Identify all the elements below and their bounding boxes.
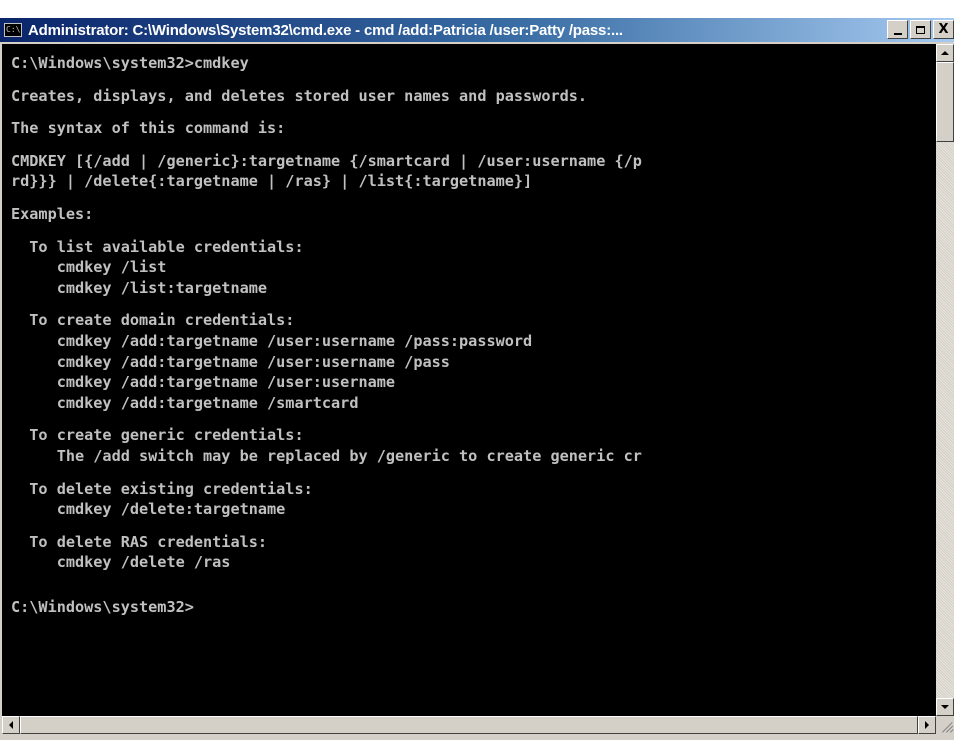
minimize-icon	[893, 32, 902, 35]
console-line: Creates, displays, and deletes stored us…	[11, 86, 588, 105]
scroll-up-button[interactable]	[936, 44, 954, 62]
console-output[interactable]: C:\Windows\system32>cmdkey Creates, displ…	[2, 44, 936, 716]
cmd-window: C:\ Administrator: C:\Windows\System32\c…	[0, 18, 954, 740]
console-line: cmdkey /add:targetname /smartcard	[11, 393, 359, 412]
console-line: Examples:	[11, 204, 94, 223]
console-line: cmdkey /add:targetname /user:username /p…	[11, 352, 450, 371]
maximize-icon	[916, 25, 925, 34]
minimize-button[interactable]	[887, 20, 908, 39]
resize-grip[interactable]	[936, 716, 954, 734]
scroll-right-button[interactable]	[918, 716, 936, 734]
console-line: cmdkey /delete:targetname	[11, 500, 286, 519]
maximize-button[interactable]	[910, 20, 931, 39]
console-line: To create generic credentials:	[11, 426, 304, 445]
console-line: C:\Windows\system32>	[11, 597, 194, 616]
vertical-scrollbar[interactable]	[936, 44, 954, 716]
cmd-app-icon[interactable]: C:\	[4, 23, 22, 37]
console-line: cmdkey /add:targetname /user:username /p…	[11, 331, 533, 350]
console-line: C:\Windows\system32>cmdkey	[11, 54, 249, 72]
close-icon: X	[938, 22, 949, 37]
console-line: The /add switch may be replaced by /gene…	[11, 446, 642, 465]
console-line: To delete RAS credentials:	[11, 532, 268, 551]
console-line: CMDKEY [{/add | /generic}:targetname {/s…	[11, 151, 642, 170]
arrow-left-icon	[9, 721, 13, 729]
arrow-down-icon	[941, 705, 949, 709]
console-line: cmdkey /list:targetname	[11, 278, 268, 297]
console-line: To list available credentials:	[11, 237, 304, 256]
grip-line	[950, 729, 954, 733]
window-title: Administrator: C:\Windows\System32\cmd.e…	[28, 21, 623, 39]
close-button[interactable]: X	[933, 20, 954, 39]
arrow-right-icon	[925, 721, 929, 729]
console-line: cmdkey /delete /ras	[11, 553, 231, 572]
console-text: C:\Windows\system32>cmdkey Creates, displ…	[2, 44, 936, 617]
title-bar[interactable]: C:\ Administrator: C:\Windows\System32\c…	[0, 18, 954, 42]
horizontal-scrollbar[interactable]	[2, 716, 936, 734]
console-line: The syntax of this command is:	[11, 119, 286, 138]
console-line: cmdkey /list	[11, 258, 167, 277]
scroll-left-button[interactable]	[2, 716, 20, 734]
console-line: To delete existing credentials:	[11, 479, 313, 498]
vertical-scroll-thumb[interactable]	[936, 62, 954, 142]
console-line: rd}}} | /delete{:targetname | /ras} | /l…	[11, 172, 533, 191]
window-controls: X	[887, 20, 954, 39]
scroll-down-button[interactable]	[936, 698, 954, 716]
console-line: cmdkey /add:targetname /user:username	[11, 373, 396, 392]
horizontal-scroll-thumb[interactable]	[20, 716, 918, 734]
arrow-up-icon	[941, 51, 949, 55]
console-line: To create domain credentials:	[11, 311, 295, 330]
